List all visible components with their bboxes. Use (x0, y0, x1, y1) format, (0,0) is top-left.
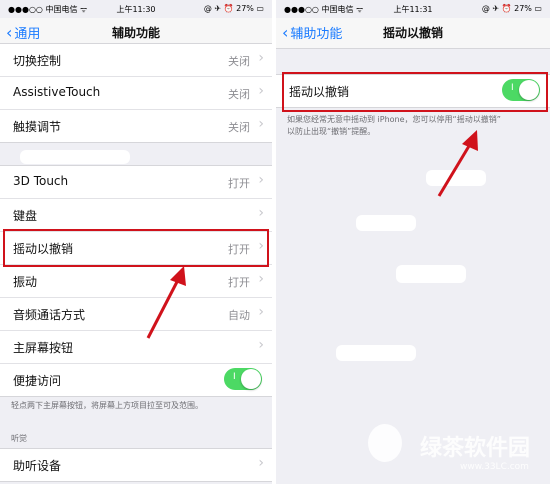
watermark-url: www.33LC.com (459, 462, 529, 472)
pointer-arrow (146, 266, 186, 339)
watermark: 绿茶软件园 www.33LC.com (420, 430, 530, 472)
watermark-logo (368, 424, 402, 462)
left-screen: ●●●○○ 中国电信 ᯤ 上午11:30 @ ✈ ⏰ 27% ▭ ‹ 通用 辅助功… (0, 0, 272, 484)
right-screen: ●●●○○ 中国电信 ᯤ 上午11:31 @ ✈ ⏰ 27% ▭ ‹ 辅助功能 摇… (276, 0, 550, 484)
pointer-arrow (437, 130, 478, 197)
watermark-text: 绿茶软件园 (419, 436, 530, 461)
